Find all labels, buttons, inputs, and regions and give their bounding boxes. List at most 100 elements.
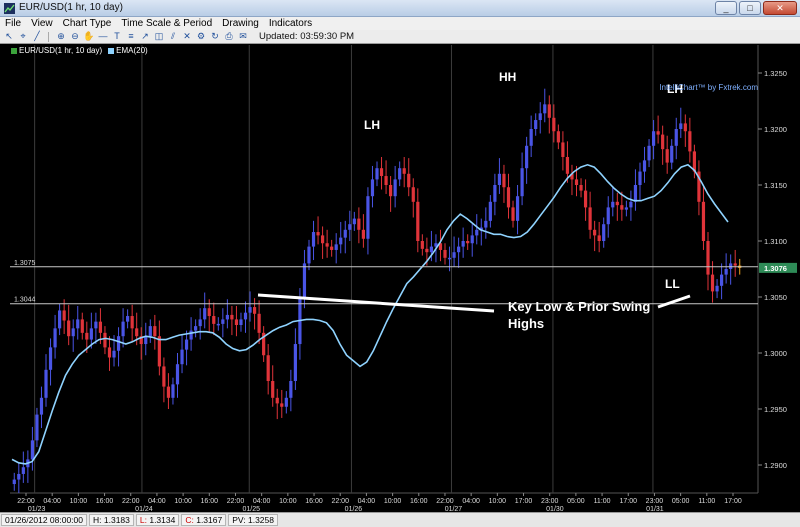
candle-body: [30, 440, 35, 460]
hand-tool-icon[interactable]: ✋: [83, 31, 95, 42]
x-time-label: 11:00: [594, 498, 611, 505]
candle-body: [574, 179, 579, 185]
x-time-label: 17:00: [619, 498, 637, 505]
price-chart[interactable]: 1.3075 1.3044 1.3250 1.3200 1.3150 1.3100 1.3…: [0, 45, 800, 512]
menu-view[interactable]: View: [26, 17, 58, 30]
maximize-button[interactable]: □: [739, 1, 761, 15]
status-high-label: H:: [93, 515, 102, 525]
candle-body: [493, 185, 497, 202]
cursor-tool-icon[interactable]: ⌖: [17, 31, 29, 42]
menu-drawing[interactable]: Drawing: [217, 17, 264, 30]
y-tick-label: 1.3200: [764, 125, 787, 134]
candle-body: [234, 319, 239, 325]
text-tool-icon[interactable]: T: [111, 31, 123, 42]
vendor-credit-link[interactable]: IntelliChart™ by Fxtrek.com: [659, 83, 758, 92]
x-time-label: 16:00: [201, 498, 219, 505]
annotation-ll: LL: [665, 277, 680, 291]
candle-body: [243, 312, 248, 320]
candle-body: [171, 384, 175, 398]
horizontal-line-icon[interactable]: —: [97, 31, 109, 42]
x-time-label: 22:00: [122, 498, 140, 505]
eraser-tool-icon[interactable]: ◫: [153, 31, 165, 42]
close-button[interactable]: ✕: [763, 1, 797, 15]
print-icon[interactable]: ⎙: [223, 31, 235, 42]
candle-body: [194, 326, 198, 331]
delete-tool-icon[interactable]: ✕: [181, 31, 193, 42]
x-time-label: 16:00: [305, 498, 323, 505]
candle-body: [615, 201, 619, 206]
candle-body: [674, 129, 678, 146]
channel-tool-icon[interactable]: ⫽: [167, 31, 179, 42]
candle-body: [466, 241, 470, 244]
candle-body: [447, 257, 452, 260]
status-close-value: 1.3167: [196, 515, 223, 525]
candle-body: [534, 120, 538, 129]
x-time-label: 04:00: [462, 498, 480, 505]
y-tick-label: 1.3150: [764, 181, 787, 190]
x-time-label: 05:00: [567, 498, 585, 505]
candle-body: [461, 241, 465, 247]
candle-body: [320, 235, 325, 244]
y-tick-label: 1.3050: [764, 293, 787, 302]
candle-body: [420, 241, 424, 249]
candle-body: [633, 185, 638, 202]
menu-indicators[interactable]: Indicators: [264, 17, 317, 30]
candle-body: [556, 131, 560, 143]
candle-body: [611, 201, 615, 208]
menu-time-scale-period[interactable]: Time Scale & Period: [116, 17, 217, 30]
candle-body: [325, 243, 329, 247]
candle-body: [62, 310, 66, 321]
fibonacci-tool-icon[interactable]: ≡: [125, 31, 137, 42]
candle-body: [21, 467, 25, 474]
status-low-label: L:: [139, 515, 147, 525]
x-time-label: 10:00: [174, 498, 192, 505]
toolbar-separator: [48, 31, 52, 42]
zoom-in-icon[interactable]: ⊕: [55, 31, 67, 42]
menu-bar: File View Chart Type Time Scale & Period…: [0, 17, 800, 30]
candle-body: [651, 131, 656, 146]
y-tick-label: 1.2900: [764, 461, 787, 470]
candle-body: [116, 336, 121, 351]
candle-body: [275, 397, 279, 404]
annotation-note-line1: Key Low & Prior Swing: [508, 299, 650, 314]
x-time-label: 23:00: [646, 498, 664, 505]
candle-body: [606, 207, 610, 225]
candle-body: [670, 145, 674, 163]
candle-body: [620, 205, 624, 210]
candle-body: [135, 328, 139, 337]
candle-body: [53, 328, 57, 348]
x-time-label: 23:00: [541, 498, 559, 505]
settings-icon[interactable]: ⚙: [195, 31, 207, 42]
menu-file[interactable]: File: [0, 17, 26, 30]
candle-body: [271, 381, 275, 398]
pointer-tool-icon[interactable]: ↖: [3, 31, 15, 42]
arrow-tool-icon[interactable]: ↗: [139, 31, 151, 42]
title-bar: EUR/USD(1 hr, 10 day) _ □ ✕: [0, 0, 800, 17]
minimize-button[interactable]: _: [715, 1, 737, 15]
chart-canvas[interactable]: 1.3075 1.3044 1.3250 1.3200 1.3150 1.3100 1.3…: [0, 45, 800, 512]
candle-body: [207, 308, 211, 317]
legend-item-ema: EMA(20): [108, 46, 148, 55]
candle-body: [157, 336, 161, 367]
candle-body: [715, 285, 719, 292]
candle-body: [257, 313, 261, 333]
candle-body: [629, 201, 633, 208]
mail-icon[interactable]: ✉: [237, 31, 249, 42]
candle-body: [588, 207, 592, 230]
legend-label-ema: EMA(20): [116, 46, 148, 55]
candle-body: [289, 381, 293, 398]
candle-body: [565, 157, 570, 174]
candle-body: [552, 117, 556, 132]
x-time-label: 10:00: [279, 498, 297, 505]
line-tool-icon[interactable]: ╱: [31, 31, 43, 42]
window-controls: _ □ ✕: [715, 1, 797, 15]
x-time-label: 17:00: [515, 498, 533, 505]
menu-chart-type[interactable]: Chart Type: [58, 17, 117, 30]
candle-body: [121, 321, 125, 337]
candle-body: [429, 246, 434, 253]
y-tick-label: 1.2950: [764, 405, 787, 414]
zoom-out-icon[interactable]: ⊖: [69, 31, 81, 42]
candle-body: [17, 473, 21, 480]
refresh-icon[interactable]: ↻: [209, 31, 221, 42]
x-time-label: 04:00: [358, 498, 376, 505]
